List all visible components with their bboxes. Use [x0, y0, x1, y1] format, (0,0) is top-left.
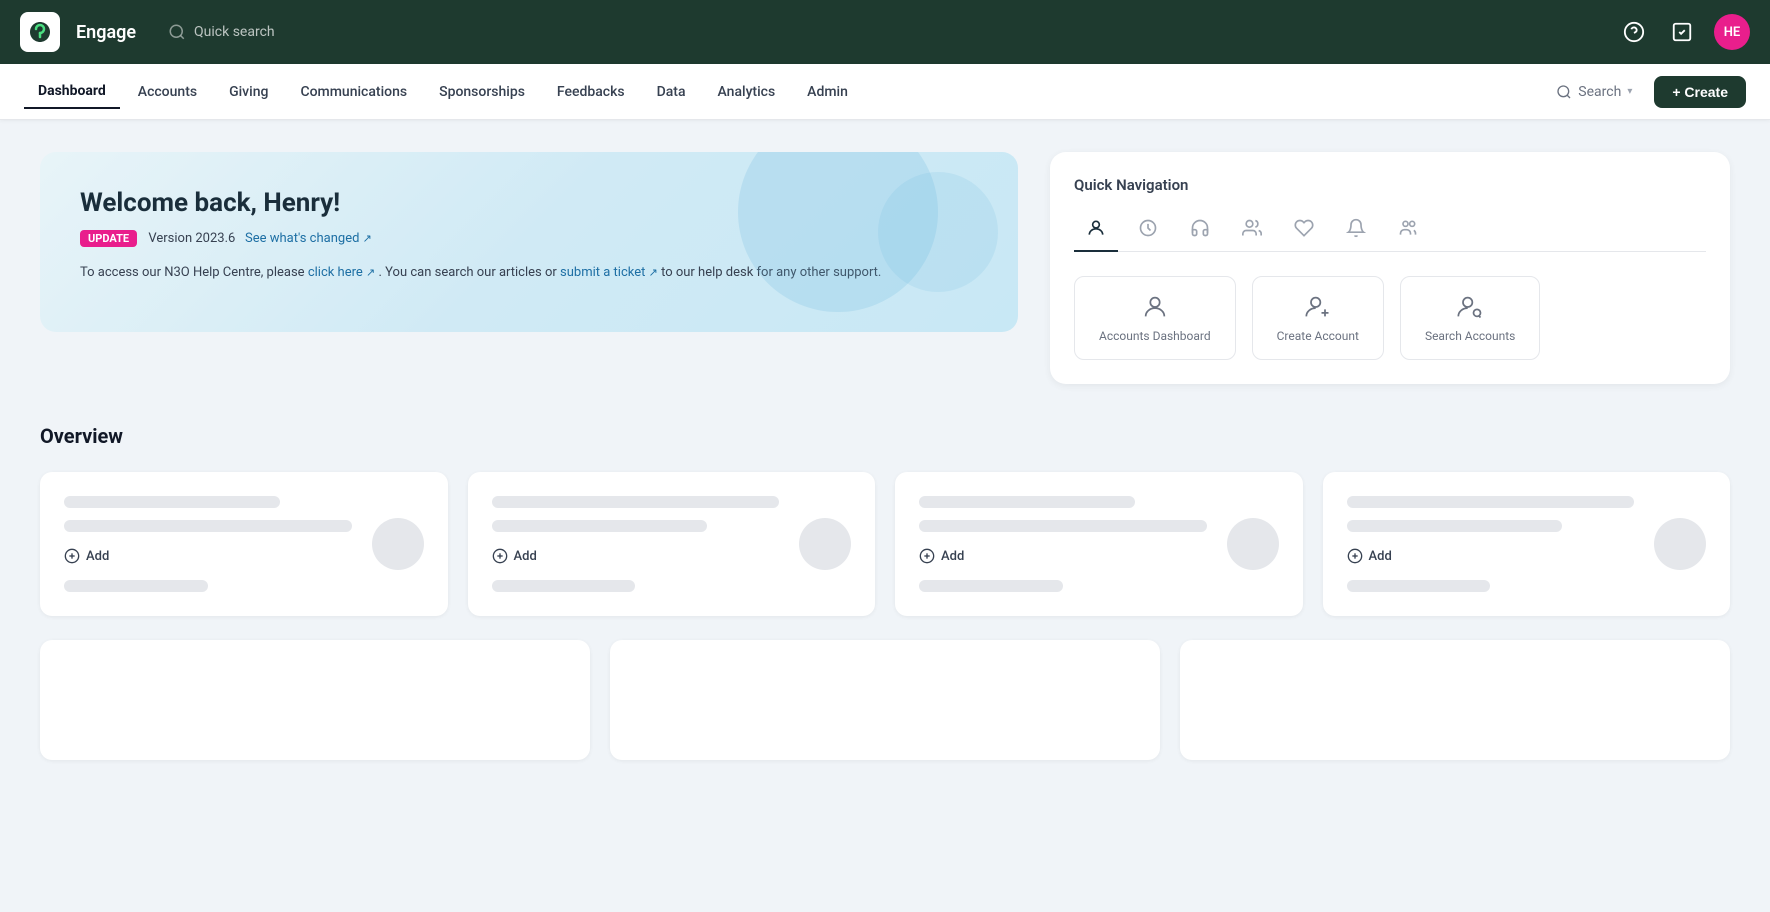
skeleton-circle [372, 518, 424, 570]
skeleton-line [1347, 520, 1563, 532]
user-avatar[interactable]: HE [1714, 14, 1750, 50]
quick-nav-tab-person[interactable] [1074, 210, 1118, 252]
subnav: Dashboard Accounts Giving Communications… [0, 64, 1770, 120]
app-logo[interactable] [20, 12, 60, 52]
skeleton-circle [1654, 518, 1706, 570]
quick-nav-title: Quick Navigation [1074, 176, 1706, 194]
quick-nav-card: Quick Navigation [1050, 152, 1730, 384]
skeleton-line [492, 520, 708, 532]
add-button-2[interactable]: Add [492, 544, 852, 568]
subnav-item-communications[interactable]: Communications [286, 76, 421, 108]
skeleton-line [1347, 496, 1635, 508]
quick-nav-tab-clock[interactable] [1126, 210, 1170, 252]
quick-nav-create-account[interactable]: Create Account [1252, 276, 1384, 360]
overview-card-3: Add [895, 472, 1303, 616]
tasks-icon[interactable] [1666, 16, 1698, 48]
add-button-4[interactable]: Add [1347, 544, 1707, 568]
skeleton-circle [1227, 518, 1279, 570]
external-link-icon-3: ↗ [649, 266, 658, 279]
subnav-item-giving[interactable]: Giving [215, 76, 282, 108]
topbar: Engage Quick search HE [0, 0, 1770, 64]
subnav-item-data[interactable]: Data [643, 76, 700, 108]
welcome-version: UPDATE Version 2023.6 See what's changed… [80, 230, 978, 247]
see-whats-changed-link[interactable]: See what's changed ↗ [245, 231, 372, 246]
quick-nav-tab-headset[interactable] [1178, 210, 1222, 252]
welcome-title: Welcome back, Henry! [80, 188, 978, 218]
quick-nav-accounts-dashboard[interactable]: Accounts Dashboard [1074, 276, 1236, 360]
skeleton-line [64, 520, 352, 532]
external-link-icon: ↗ [363, 232, 372, 245]
overview-grid: Add Add Add [40, 472, 1730, 616]
overview-title: Overview [40, 424, 1730, 448]
skeleton-circle [799, 518, 851, 570]
quick-nav-tab-bell[interactable] [1334, 210, 1378, 252]
skeleton-line [1347, 580, 1491, 592]
subnav-item-analytics[interactable]: Analytics [704, 76, 790, 108]
overview-card-1: Add [40, 472, 448, 616]
subnav-item-admin[interactable]: Admin [793, 76, 862, 108]
quick-search[interactable]: Quick search [168, 23, 1602, 41]
welcome-card: Welcome back, Henry! UPDATE Version 2023… [40, 152, 1018, 332]
quick-search-placeholder: Quick search [194, 24, 275, 40]
quick-nav-create-account-label: Create Account [1277, 329, 1359, 343]
overview-card-2: Add [468, 472, 876, 616]
click-here-link[interactable]: click here ↗ [308, 265, 379, 280]
quick-nav-search-accounts-label: Search Accounts [1425, 329, 1515, 343]
subnav-right: Search ▾ + Create [1546, 76, 1746, 108]
skeleton-line [919, 496, 1135, 508]
add-button-3[interactable]: Add [919, 544, 1279, 568]
create-button-label: + Create [1672, 84, 1728, 100]
create-button[interactable]: + Create [1654, 76, 1746, 108]
skeleton-line [64, 496, 280, 508]
skeleton-line [919, 580, 1063, 592]
skeleton-line [919, 520, 1207, 532]
add-button-1[interactable]: Add [64, 544, 424, 568]
topbar-actions: HE [1618, 14, 1750, 50]
quick-nav-tab-heart[interactable] [1282, 210, 1326, 252]
app-name: Engage [76, 22, 136, 43]
update-badge: UPDATE [80, 230, 137, 247]
subnav-item-dashboard[interactable]: Dashboard [24, 75, 120, 109]
quick-nav-tab-group[interactable] [1386, 210, 1430, 252]
quick-nav-search-accounts[interactable]: Search Accounts [1400, 276, 1540, 360]
external-link-icon-2: ↗ [366, 266, 375, 279]
quick-nav-items: Accounts Dashboard Create Account [1074, 276, 1706, 360]
overview-card-4: Add [1323, 472, 1731, 616]
welcome-help: To access our N3O Help Centre, please cl… [80, 263, 978, 284]
skeleton-line [492, 496, 780, 508]
overview-grid-bottom [40, 640, 1730, 760]
subnav-search[interactable]: Search ▾ [1546, 78, 1642, 106]
overview-card-bottom-1 [40, 640, 590, 760]
subnav-item-sponsorships[interactable]: Sponsorships [425, 76, 539, 108]
welcome-row: Welcome back, Henry! UPDATE Version 2023… [40, 152, 1730, 384]
subnav-search-label: Search [1578, 84, 1621, 100]
subnav-item-accounts[interactable]: Accounts [124, 76, 211, 108]
skeleton-line [492, 580, 636, 592]
quick-nav-tab-people[interactable] [1230, 210, 1274, 252]
submit-ticket-link[interactable]: submit a ticket ↗ [560, 265, 661, 280]
chevron-down-icon: ▾ [1627, 86, 1632, 97]
overview-card-bottom-3 [1180, 640, 1730, 760]
subnav-item-feedbacks[interactable]: Feedbacks [543, 76, 639, 108]
main-content: Welcome back, Henry! UPDATE Version 2023… [0, 120, 1770, 792]
quick-nav-tabs [1074, 210, 1706, 252]
quick-nav-accounts-dashboard-label: Accounts Dashboard [1099, 329, 1211, 343]
help-icon[interactable] [1618, 16, 1650, 48]
overview-card-bottom-2 [610, 640, 1160, 760]
skeleton-line [64, 580, 208, 592]
